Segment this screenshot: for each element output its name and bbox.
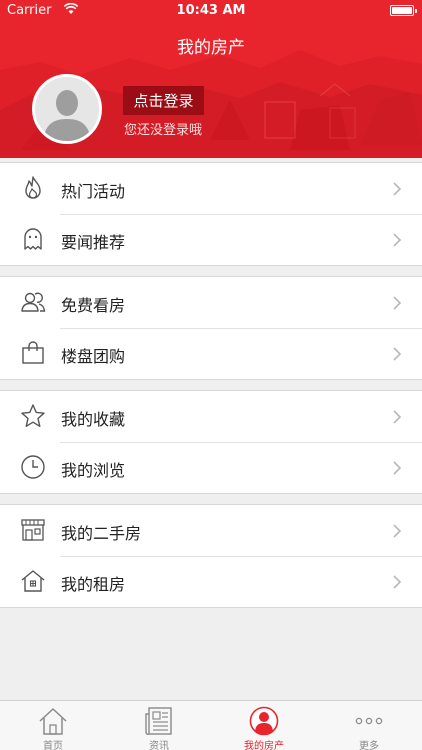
chevron-right-icon (393, 575, 402, 589)
shopping-bag-icon (22, 341, 44, 364)
tab-more[interactable]: 更多 (316, 701, 422, 750)
menu-item-hot-events[interactable]: 热门活动 (0, 163, 422, 214)
menu-item-second-hand[interactable]: 我的二手房 (0, 505, 422, 556)
home-icon (39, 708, 67, 735)
login-hint: 您还没登录哦 (124, 123, 203, 138)
chevron-right-icon (393, 233, 402, 247)
status-time: 10:43 AM (176, 3, 246, 18)
storefront-icon (21, 519, 45, 541)
avatar[interactable] (32, 74, 102, 144)
menu-item-label: 热门活动 (61, 182, 126, 201)
menu-list: 热门活动 要闻推荐 免费看房 楼盘团购 我的收藏 我的浏览 我的二手房 我的租房 (0, 158, 422, 608)
chevron-right-icon (393, 461, 402, 475)
menu-group: 免费看房 楼盘团购 (0, 276, 422, 380)
menu-item-label: 我的浏览 (61, 461, 126, 480)
menu-item-history[interactable]: 我的浏览 (0, 442, 422, 493)
profile-header: Carrier 10:43 AM 我的房产 点击登录 您还没登录哦 (0, 0, 422, 158)
chevron-right-icon (393, 347, 402, 361)
menu-item-news[interactable]: 要闻推荐 (0, 214, 422, 265)
ghost-icon (24, 228, 42, 250)
tab-label: 我的房产 (244, 741, 284, 750)
menu-item-rental[interactable]: 我的租房 (0, 556, 422, 607)
user-silhouette-icon (35, 77, 99, 141)
battery-icon (390, 5, 417, 16)
chevron-right-icon (393, 182, 402, 196)
tab-my-property[interactable]: 我的房产 (211, 701, 317, 750)
menu-item-label: 我的收藏 (61, 410, 126, 429)
tab-bar: 首页 资讯 我的房产 更多 (0, 700, 422, 750)
menu-item-favorites[interactable]: 我的收藏 (0, 391, 422, 442)
menu-item-free-viewing[interactable]: 免费看房 (0, 277, 422, 328)
menu-item-group-buying[interactable]: 楼盘团购 (0, 328, 422, 379)
chevron-right-icon (393, 296, 402, 310)
page-title: 我的房产 (177, 38, 245, 58)
user-icon (249, 706, 279, 736)
menu-item-label: 免费看房 (61, 296, 126, 315)
menu-item-label: 我的租房 (61, 575, 126, 594)
tab-label: 首页 (43, 741, 63, 750)
menu-group: 热门活动 要闻推荐 (0, 162, 422, 266)
clock-icon (21, 455, 45, 479)
menu-item-label: 我的二手房 (61, 524, 142, 543)
star-icon (21, 404, 45, 427)
newspaper-icon (145, 707, 172, 735)
login-button[interactable]: 点击登录 (123, 86, 204, 115)
tab-label: 资讯 (149, 741, 169, 750)
menu-item-label: 要闻推荐 (61, 233, 126, 252)
chevron-right-icon (393, 524, 402, 538)
chevron-right-icon (393, 410, 402, 424)
flame-icon (25, 176, 41, 199)
menu-item-label: 楼盘团购 (61, 347, 126, 366)
people-icon (21, 292, 46, 312)
tab-home[interactable]: 首页 (0, 701, 106, 750)
status-bar: Carrier 10:43 AM (0, 0, 422, 22)
menu-group: 我的收藏 我的浏览 (0, 390, 422, 494)
menu-group: 我的二手房 我的租房 (0, 504, 422, 608)
tab-label: 更多 (359, 741, 379, 750)
more-icon (355, 717, 383, 725)
tab-news[interactable]: 资讯 (106, 701, 212, 750)
house-icon (21, 570, 45, 592)
